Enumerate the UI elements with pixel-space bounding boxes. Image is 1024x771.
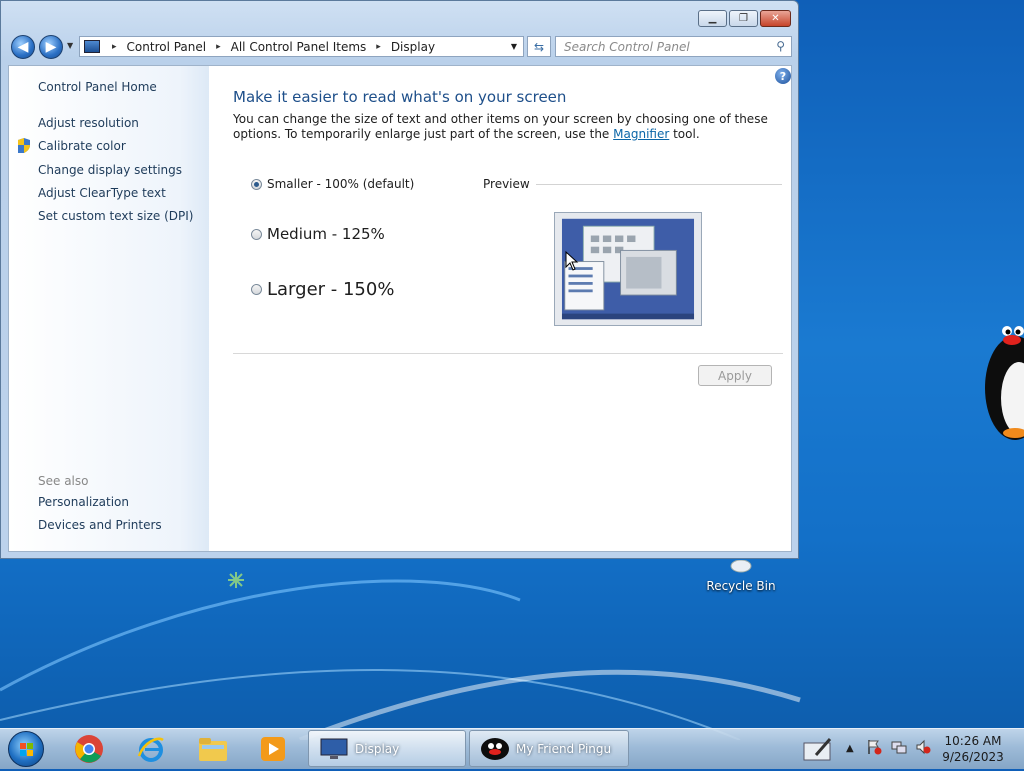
mouse-pointer-icon — [565, 251, 579, 271]
sidebar-item-personalization[interactable]: Personalization — [38, 495, 129, 509]
sidebar-item-adjust-cleartype[interactable]: Adjust ClearType text — [38, 186, 166, 200]
sidebar-item-devices-printers[interactable]: Devices and Printers — [38, 518, 162, 532]
taskbar-item-display[interactable]: Display — [308, 730, 466, 767]
close-button[interactable]: ✕ — [760, 10, 791, 27]
clock[interactable]: 10:26 AM 9/26/2023 — [942, 733, 1004, 765]
content-pane: Control Panel Home Adjust resolution Cal… — [8, 65, 792, 552]
page-description: You can change the size of text and othe… — [233, 112, 778, 142]
search-icon[interactable]: ⚲ — [776, 39, 785, 53]
pingu-taskbar-icon — [481, 737, 509, 760]
clock-time: 10:26 AM — [944, 734, 1002, 748]
start-button[interactable] — [8, 731, 44, 767]
page-title: Make it easier to read what's on your sc… — [233, 88, 567, 106]
back-arrow-icon: ◀ — [17, 39, 29, 55]
recycle-bin-icon — [730, 559, 752, 573]
preview-label: Preview — [483, 177, 530, 191]
preview-divider — [536, 184, 782, 185]
action-center-icon[interactable] — [866, 739, 882, 755]
back-button[interactable]: ◀ — [11, 35, 35, 59]
sidebar-item-adjust-resolution[interactable]: Adjust resolution — [38, 116, 139, 130]
sidebar-item-custom-text-size[interactable]: Set custom text size (DPI) — [38, 209, 193, 223]
breadcrumb-display[interactable]: Display — [387, 40, 439, 54]
file-explorer-taskbar-button[interactable] — [186, 732, 240, 766]
internet-explorer-icon — [137, 737, 164, 762]
taskbar-item-pingu-label: My Friend Pingu — [516, 741, 612, 756]
display-icon — [320, 738, 348, 759]
display-window: ▁ ❐ ✕ ◀ ▶ ▼ ▸ Control Panel ▸ All Contro… — [0, 0, 799, 559]
option-medium-label: Medium - 125% — [267, 225, 385, 243]
minimize-button[interactable]: ▁ — [698, 10, 727, 27]
pen-tablet-icon[interactable] — [802, 735, 834, 763]
taskbar: Display My Friend Pingu ▲ 10:26 AM 9/26/… — [0, 728, 1024, 769]
radio-smaller[interactable] — [251, 178, 262, 190]
see-also-heading: See also — [38, 474, 89, 488]
recycle-bin[interactable]: Recycle Bin — [706, 559, 776, 593]
help-icon[interactable]: ? — [775, 68, 791, 84]
breadcrumb-separator-icon[interactable]: ▸ — [370, 42, 387, 52]
option-smaller[interactable]: Smaller - 100% (default) — [251, 177, 414, 191]
media-player-icon — [261, 737, 285, 761]
option-medium[interactable]: Medium - 125% — [251, 225, 385, 243]
sidebar-item-home[interactable]: Control Panel Home — [38, 80, 157, 94]
recent-pages-dropdown-icon[interactable]: ▼ — [67, 41, 73, 50]
navigation-bar: ◀ ▶ ▼ ▸ Control Panel ▸ All Control Pane… — [9, 35, 792, 59]
radio-medium[interactable] — [251, 228, 262, 240]
breadcrumb-separator-icon[interactable]: ▸ — [106, 42, 123, 52]
desktop-wallpaper — [0, 572, 801, 740]
breadcrumb-control-panel[interactable]: Control Panel — [123, 40, 211, 54]
maximize-button[interactable]: ❐ — [729, 10, 758, 27]
show-hidden-icons-button[interactable]: ▲ — [846, 743, 854, 754]
forward-arrow-icon: ▶ — [45, 39, 57, 55]
radio-larger[interactable] — [251, 284, 262, 295]
option-larger[interactable]: Larger - 150% — [251, 279, 394, 300]
volume-muted-icon[interactable] — [915, 739, 931, 755]
option-smaller-label: Smaller - 100% (default) — [267, 177, 415, 191]
windows-logo-icon — [20, 743, 33, 756]
forward-button[interactable]: ▶ — [39, 35, 63, 59]
chrome-taskbar-button[interactable] — [62, 732, 116, 766]
refresh-button[interactable]: ⇆ — [527, 36, 551, 57]
address-dropdown-icon[interactable]: ▼ — [511, 42, 517, 51]
divider — [233, 353, 783, 354]
taskbar-item-pingu[interactable]: My Friend Pingu — [469, 730, 629, 767]
taskbar-item-display-label: Display — [355, 741, 400, 756]
magnifier-link[interactable]: Magnifier — [613, 127, 669, 141]
breadcrumb-all-items[interactable]: All Control Panel Items — [227, 40, 371, 54]
sidebar: Control Panel Home Adjust resolution Cal… — [9, 66, 209, 551]
folder-icon — [199, 738, 227, 761]
network-icon[interactable] — [891, 739, 907, 755]
media-player-taskbar-button[interactable] — [246, 732, 300, 766]
sidebar-item-calibrate-color[interactable]: Calibrate color — [38, 139, 126, 153]
internet-explorer-taskbar-button[interactable] — [124, 732, 178, 766]
address-bar[interactable]: ▸ Control Panel ▸ All Control Panel Item… — [79, 36, 524, 57]
chrome-icon — [75, 735, 103, 763]
search-placeholder: Search Control Panel — [564, 40, 690, 54]
clock-date: 9/26/2023 — [942, 750, 1004, 764]
shield-icon — [18, 138, 30, 153]
sidebar-item-change-display-settings[interactable]: Change display settings — [38, 163, 182, 177]
caption-buttons: ▁ ❐ ✕ — [698, 10, 791, 27]
option-larger-label: Larger - 150% — [267, 279, 395, 300]
recycle-bin-label: Recycle Bin — [706, 579, 776, 593]
apply-button[interactable]: Apply — [698, 365, 772, 386]
refresh-icon: ⇆ — [533, 39, 545, 54]
control-panel-icon — [84, 40, 100, 53]
search-input[interactable]: Search Control Panel ⚲ — [555, 36, 792, 57]
breadcrumb-separator-icon[interactable]: ▸ — [210, 42, 227, 52]
description-text-end: tool. — [669, 127, 700, 141]
pingu-icon[interactable] — [985, 318, 1024, 440]
